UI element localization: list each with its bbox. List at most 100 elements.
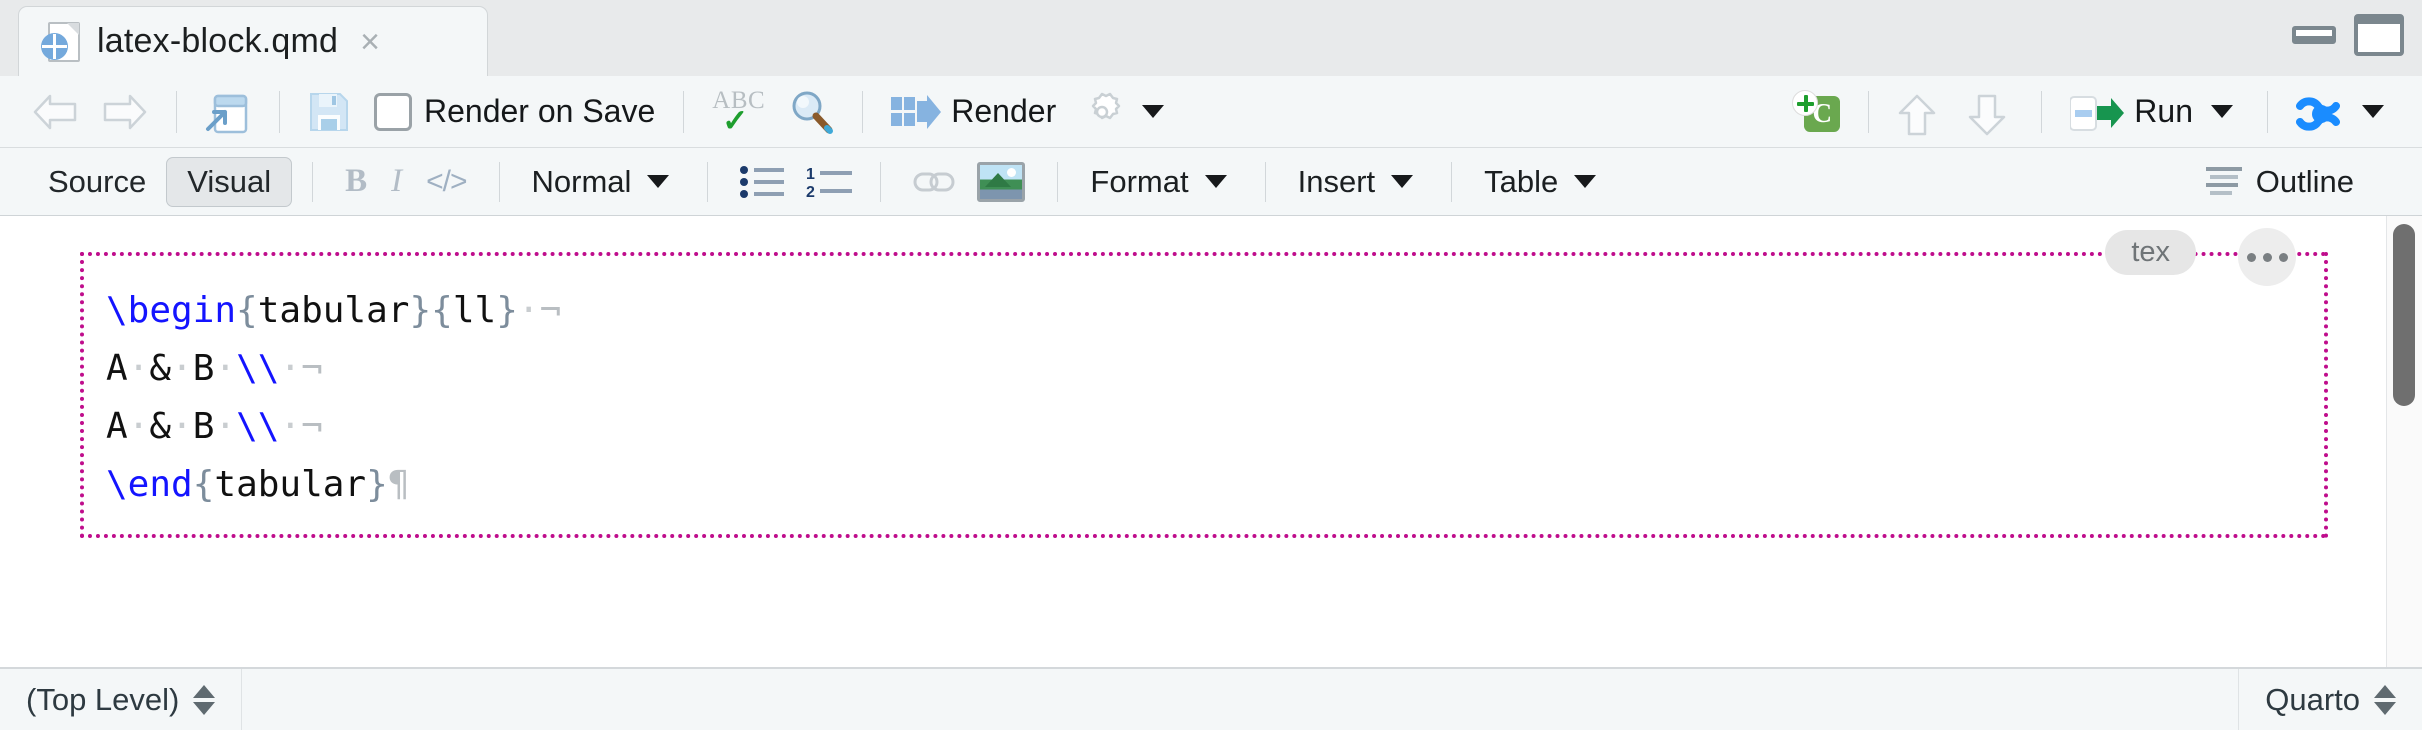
updown-chevron-icon[interactable] (193, 684, 216, 715)
latex-line[interactable]: \end{tabular}¶ (106, 456, 2296, 514)
block-format-label: Normal (531, 163, 632, 199)
svg-text:1: 1 (806, 166, 815, 183)
format-label: Format (1090, 163, 1189, 199)
table-menu[interactable]: Table (1472, 160, 1614, 204)
bold-icon: B (345, 163, 368, 199)
latex-token: · (127, 406, 150, 447)
run-label: Run (2134, 93, 2193, 129)
show-in-new-window-button[interactable] (193, 84, 263, 140)
scrollbar-thumb[interactable] (2393, 224, 2415, 406)
document-type-selector[interactable]: Quarto (2238, 669, 2422, 730)
toolbar-divider (498, 161, 500, 202)
updown-chevron-icon[interactable] (2374, 684, 2396, 715)
minimize-icon[interactable] (2292, 26, 2336, 44)
publish-button[interactable] (2284, 84, 2402, 140)
bullet-list-button[interactable] (728, 161, 794, 203)
go-to-next-chunk-button[interactable] (1955, 84, 2025, 140)
find-replace-button[interactable] (776, 84, 846, 140)
dot (2246, 252, 2256, 262)
latex-token: · (171, 348, 193, 389)
latex-line[interactable]: \begin{tabular}{ll}·¬ (106, 282, 2296, 340)
latex-token: · (279, 406, 302, 447)
chevron-down-icon[interactable] (1204, 175, 1227, 188)
forward-button[interactable] (90, 84, 160, 140)
latex-source-lines[interactable]: \begin{tabular}{ll}·¬ A·&·B·\\·¬ A·&·B·\\·… (106, 282, 2296, 514)
document-tab-latex-block[interactable]: latex-block.qmd × (18, 6, 488, 76)
italic-icon: I (391, 163, 403, 199)
latex-token: · (214, 348, 237, 389)
latex-token: · (279, 348, 302, 389)
chevron-down-icon[interactable] (647, 175, 670, 188)
render-on-save-checkbox[interactable] (374, 92, 412, 131)
dot (2278, 252, 2288, 262)
toolbar-divider (683, 90, 685, 133)
toolbar-divider (880, 161, 882, 202)
chevron-down-icon[interactable] (1391, 175, 1414, 188)
visual-editor-body: tex \begin{tabular}{ll}·¬ A·&·B·\\·¬ A·&·B… (0, 216, 2422, 668)
block-options-button[interactable] (2238, 228, 2296, 286)
latex-token: ¬ (301, 406, 323, 447)
spellcheck-button[interactable]: ABC ✓ (700, 84, 776, 140)
inline-code-button[interactable]: </> (414, 161, 478, 203)
editor-toolbar: Render on Save ABC ✓ Render C Run (0, 76, 2422, 148)
latex-token: & (149, 406, 172, 447)
tab-title: latex-block.qmd (97, 22, 339, 60)
back-button[interactable] (20, 84, 90, 140)
render-on-save-toggle[interactable]: Render on Save (362, 84, 667, 140)
rstudio-source-pane: latex-block.qmd × Render on Save ABC ✓ R… (0, 0, 2422, 730)
bullet-list-icon (740, 165, 785, 199)
latex-token: \end (106, 464, 193, 505)
run-button[interactable]: Run (2058, 84, 2251, 140)
insert-chunk-button[interactable]: C (1780, 84, 1852, 140)
latex-line[interactable]: A·&·B·\\·¬ (106, 398, 2296, 456)
vertical-scrollbar[interactable] (2386, 216, 2422, 667)
scope-selector[interactable]: (Top Level) (0, 669, 243, 730)
maximize-icon[interactable] (2354, 14, 2404, 56)
document-canvas[interactable]: tex \begin{tabular}{ll}·¬ A·&·B·\\·¬ A·&·B… (0, 216, 2386, 667)
window-controls (2292, 14, 2404, 56)
bold-button[interactable]: B (333, 159, 379, 204)
latex-token: · (127, 348, 150, 389)
chevron-down-icon[interactable] (1574, 175, 1597, 188)
latex-token: \\ (236, 406, 280, 447)
status-spacer (242, 669, 2238, 730)
arrow-down-icon (1967, 93, 2013, 135)
insert-link-button[interactable] (901, 161, 965, 203)
dot (2262, 252, 2272, 262)
format-menu[interactable]: Format (1078, 160, 1244, 204)
latex-token: } (409, 290, 432, 331)
numbered-list-button[interactable]: 1 2 (794, 161, 860, 203)
insert-chunk-icon: C (1792, 89, 1841, 134)
tab-source[interactable]: Source (28, 158, 166, 206)
raw-latex-block[interactable]: tex \begin{tabular}{ll}·¬ A·&·B·\\·¬ A·&·B… (80, 228, 2328, 538)
chevron-down-icon[interactable] (2362, 105, 2384, 118)
latex-line[interactable]: A·&·B·\\·¬ (106, 340, 2296, 398)
chevron-down-icon[interactable] (1142, 105, 1165, 118)
latex-token: B (192, 406, 215, 447)
arrow-up-icon (1897, 93, 1943, 135)
latex-token: ¬ (301, 348, 323, 389)
svg-text:2: 2 (806, 184, 815, 199)
toolbar-divider (279, 90, 280, 133)
outline-button[interactable]: Outline (2194, 160, 2366, 204)
insert-image-button[interactable] (965, 158, 1037, 206)
outline-icon (2205, 166, 2246, 198)
toolbar-divider (1451, 161, 1453, 202)
insert-label: Insert (1297, 163, 1376, 199)
insert-menu[interactable]: Insert (1286, 160, 1432, 204)
chevron-down-icon[interactable] (2211, 105, 2233, 118)
render-options-button[interactable] (1068, 84, 1182, 140)
render-button[interactable]: Render (879, 84, 1068, 140)
latex-token: A (106, 406, 128, 447)
save-button[interactable] (296, 84, 362, 140)
italic-button[interactable]: I (379, 159, 414, 204)
go-to-previous-chunk-button[interactable] (1885, 84, 1955, 140)
latex-token: } (366, 464, 388, 505)
block-format-dropdown[interactable]: Normal (520, 160, 688, 204)
gear-icon (1080, 90, 1124, 134)
tab-visual[interactable]: Visual (166, 156, 293, 207)
latex-token: tabular (257, 290, 410, 331)
latex-token: ¬ (539, 290, 562, 331)
close-icon[interactable]: × (354, 25, 386, 59)
visual-editor-toolbar: Source Visual B I </> Normal 1 2 Format … (0, 148, 2422, 216)
